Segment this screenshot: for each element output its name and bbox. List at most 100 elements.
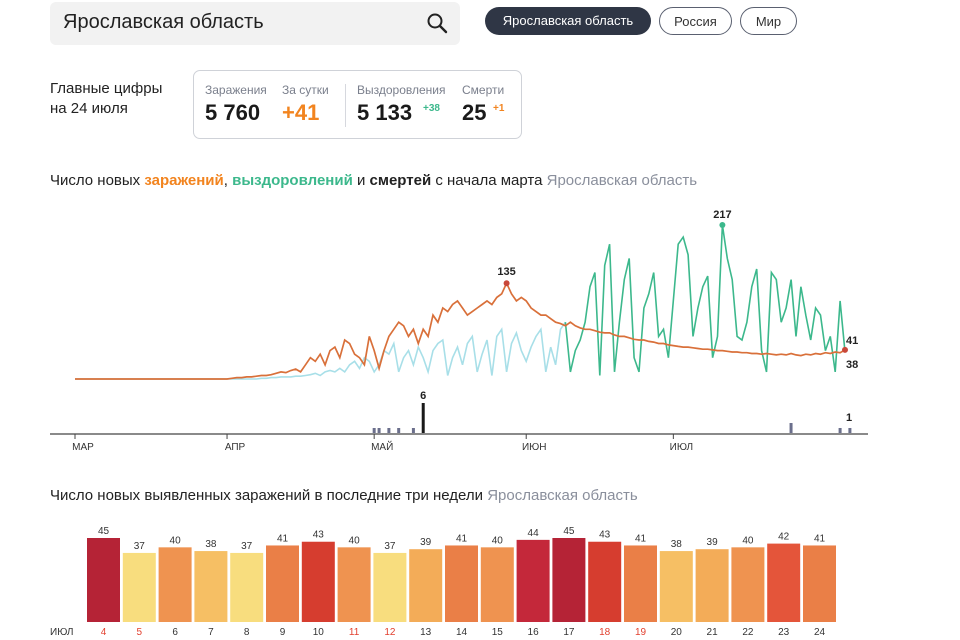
month-label: ИЮЛ [50, 627, 73, 638]
x-tick-label: 13 [420, 627, 432, 638]
bar-8 [230, 552, 264, 622]
x-tick-label: 10 [313, 627, 325, 638]
bar-value-label: 40 [170, 535, 182, 546]
bar-22 [731, 547, 765, 622]
bar-value-label: 41 [456, 533, 468, 544]
bar-value-label: 45 [98, 526, 110, 537]
key-figures-title-line1: Главные цифры [50, 80, 163, 97]
recoveries-total: 5 133 [357, 100, 413, 125]
region-search-field[interactable]: Ярославская область [50, 2, 460, 45]
bar-value-label: 38 [205, 539, 217, 550]
bar-9 [266, 545, 299, 622]
x-tick-label: 8 [244, 627, 250, 638]
bar-value-label: 37 [241, 541, 253, 552]
deaths-bar [838, 428, 842, 433]
tab-world[interactable]: Мир [740, 7, 797, 35]
bar-value-label: 37 [134, 541, 146, 552]
bar-value-label: 41 [635, 533, 647, 544]
x-tick-label: 12 [384, 627, 396, 638]
three-weeks-chart-title: Число новых выявленных заражений в после… [50, 487, 638, 504]
x-tick-label: 14 [456, 627, 468, 638]
bar-23 [767, 543, 801, 622]
deaths-bar [411, 428, 415, 433]
x-tick-label: 23 [778, 627, 790, 638]
tab-yaroslavl-region[interactable]: Ярославская область [485, 7, 651, 35]
infections-label: Заражения [205, 83, 267, 97]
x-tick-label: 7 [208, 627, 214, 638]
bar-value-label: 38 [671, 539, 683, 550]
daily-cases-line-chart: 217 135 41 38 6 1 МАР АПР МАЙ ИЮН ИЮЛ [50, 209, 868, 453]
search-input[interactable]: Ярославская область [63, 11, 264, 34]
x-tick-label: 4 [101, 627, 107, 638]
x-tick-label: 6 [172, 627, 178, 638]
bar-24 [803, 545, 836, 622]
deaths-bar [377, 428, 381, 433]
deaths-last-label: 1 [846, 412, 852, 424]
chart-title-since: с начала марта [431, 172, 543, 189]
infections-total: 5 760 [205, 100, 261, 125]
x-tick-label: 22 [742, 627, 754, 638]
recoveries-last-label: 38 [846, 359, 858, 371]
recoveries-peak-label: 217 [713, 209, 731, 221]
infections-last-point [842, 346, 848, 353]
bar-11 [337, 547, 371, 622]
x-tick-label: МАР [72, 442, 94, 453]
infections-last-label: 41 [846, 335, 858, 347]
bar-value-label: 40 [492, 535, 504, 546]
x-tick-label: 11 [349, 627, 360, 638]
stats-divider [345, 84, 346, 127]
three-weeks-title-region: Ярославская область [487, 487, 638, 504]
three-weeks-title-text: Число новых выявленных заражений в после… [50, 487, 484, 504]
tab-russia[interactable]: Россия [659, 7, 732, 35]
bar-value-label: 39 [420, 537, 432, 548]
bar-7 [194, 551, 228, 622]
infections-line [75, 281, 846, 380]
three-weeks-bar-chart: 45 4 37 5 40 6 38 7 37 8 41 9 43 10 40 11 37 12 39 13 41 14 40… [50, 526, 836, 638]
recoveries-line-early [75, 321, 567, 380]
x-tick-label: 9 [280, 627, 286, 638]
deaths-label: Смерти [462, 83, 505, 97]
search-icon[interactable] [426, 12, 448, 34]
bar-value-label: 40 [742, 535, 754, 546]
bar-value-label: 41 [814, 533, 826, 544]
bar-14 [445, 545, 478, 622]
deaths-bar [421, 403, 425, 433]
bar-10 [301, 541, 335, 622]
bar-15 [480, 547, 514, 622]
bar-value-label: 45 [563, 526, 575, 537]
deaths-bar [789, 423, 793, 433]
bar-value-label: 37 [384, 541, 396, 552]
bar-12 [373, 552, 407, 622]
recoveries-delta: +38 [423, 103, 440, 114]
daily-chart-title: Число новых заражений, выздоровлений и с… [50, 172, 697, 189]
x-tick-label: МАЙ [371, 440, 393, 453]
bar-18 [588, 541, 622, 622]
bar-4 [87, 538, 120, 622]
chart-title-text: Число новых [50, 172, 145, 189]
daily-label: За сутки [282, 83, 329, 97]
bar-value-label: 40 [349, 535, 361, 546]
infections-peak-label: 135 [497, 266, 515, 278]
bar-13 [409, 549, 443, 622]
key-figures-date: на 24 июля [50, 100, 128, 117]
key-figures-panel: Заражения 5 760 За сутки +41 Выздоровлен… [193, 70, 522, 139]
recoveries-line [564, 224, 846, 376]
chart-title-infections: заражений [144, 172, 224, 189]
bar-20 [659, 551, 693, 622]
recoveries-peak-point [719, 222, 726, 228]
key-figures-title: Главные цифры на 24 июля [50, 79, 162, 119]
bar-value-label: 43 [313, 530, 325, 541]
infections-peak-point [503, 280, 510, 287]
bar-value-label: 41 [277, 533, 289, 544]
chart-title-deaths: смертей [369, 172, 432, 189]
chart-title-and: и [352, 172, 370, 189]
bar-21 [695, 549, 729, 622]
deaths-bar [397, 428, 401, 433]
x-tick-label: 20 [671, 627, 683, 638]
bar-17 [552, 538, 586, 622]
deaths-total: 25 [462, 100, 487, 125]
bar-value-label: 42 [778, 532, 790, 543]
recoveries-label: Выздоровления [357, 83, 446, 97]
x-tick-label: 17 [563, 627, 575, 638]
bar-value-label: 43 [599, 530, 611, 541]
